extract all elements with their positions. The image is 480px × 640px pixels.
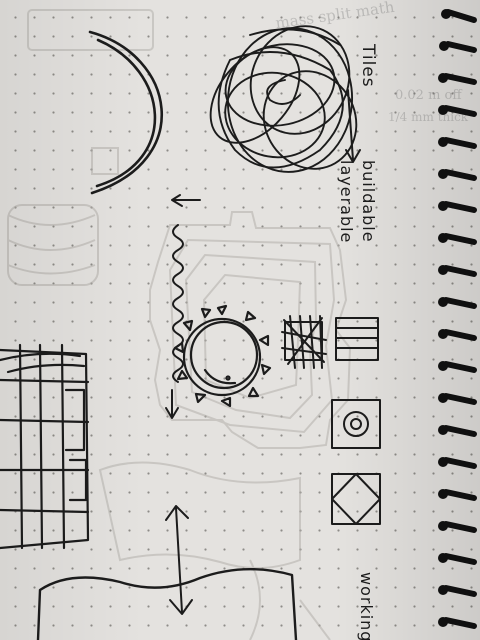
note-tiles: Tiles xyxy=(358,44,378,88)
ink-sketch xyxy=(0,9,477,640)
double-arrow xyxy=(165,505,193,615)
hatched-square xyxy=(281,315,327,369)
note-buildable: buildable xyxy=(359,160,378,243)
note-working: working xyxy=(357,572,376,640)
crescent-drawing xyxy=(88,30,163,195)
grid-structure-drawing xyxy=(0,343,90,550)
diamond-square xyxy=(331,473,381,525)
note-layerable: layerable xyxy=(337,160,356,244)
concentric-square xyxy=(331,399,381,449)
sketchbook-page: mass split math 0.02 m off 1/4 mm thick xyxy=(0,0,480,640)
lined-square xyxy=(335,317,379,361)
spiral-binding xyxy=(438,9,477,629)
